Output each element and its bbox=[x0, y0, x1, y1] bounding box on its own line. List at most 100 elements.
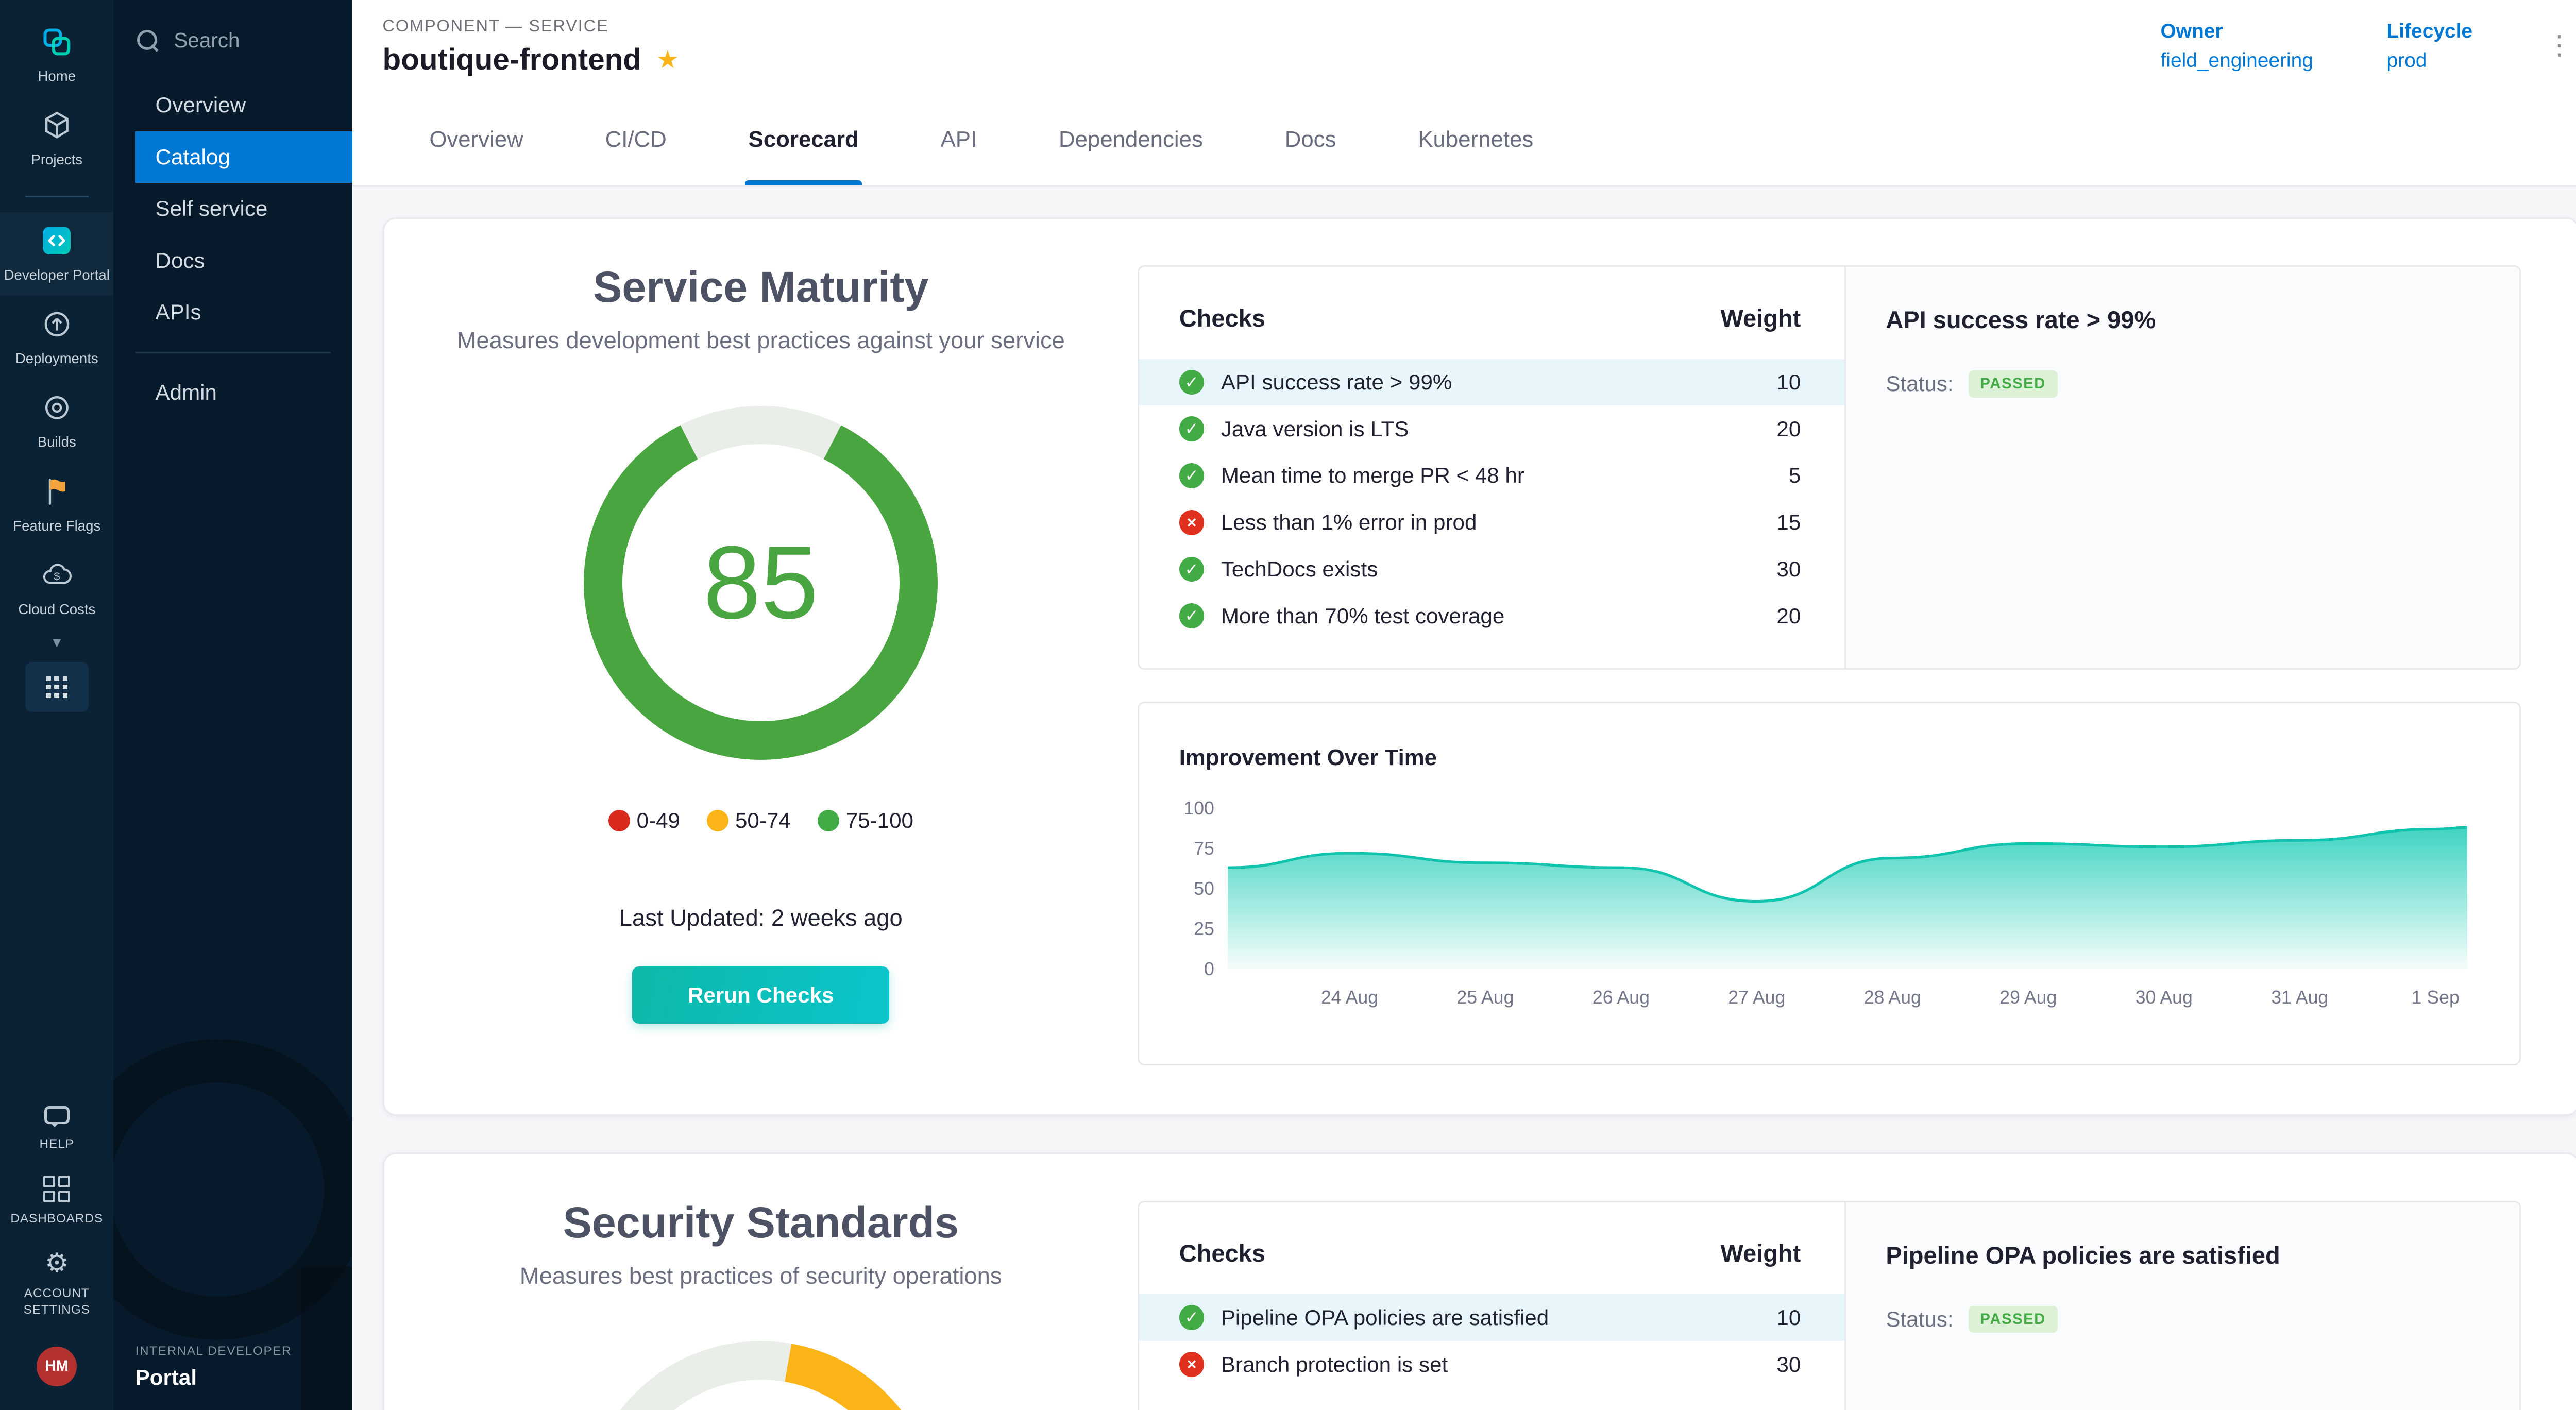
legend-item-mid: 50-74 bbox=[707, 808, 791, 833]
x-axis-tick: 27 Aug bbox=[1728, 987, 1785, 1008]
sidebar-search[interactable]: Search bbox=[113, 0, 352, 79]
cloud-costs-icon: $ bbox=[40, 558, 74, 592]
security-score-gauge bbox=[584, 1341, 938, 1409]
check-row[interactable]: ✓ Java version is LTS 20 bbox=[1139, 405, 1844, 452]
scorecard-content: Service Maturity Measures development be… bbox=[352, 187, 2576, 1410]
maturity-score-value: 85 bbox=[584, 406, 938, 760]
check-detail-status: Status: PASSED bbox=[1886, 370, 2479, 397]
maturity-checks-list: Checks Weight ✓ API success rate > 99% 1… bbox=[1139, 267, 1846, 668]
chevron-down-icon[interactable]: ▾ bbox=[53, 634, 61, 650]
sidebar-item-self-service[interactable]: Self service bbox=[135, 183, 353, 235]
tab-docs[interactable]: Docs bbox=[1285, 94, 1336, 186]
tab-overview[interactable]: Overview bbox=[429, 94, 523, 186]
lifecycle-value: prod bbox=[2387, 49, 2473, 72]
owner-value[interactable]: field_engineering bbox=[2161, 49, 2313, 72]
service-maturity-card: Service Maturity Measures development be… bbox=[383, 217, 2576, 1116]
nav-home[interactable]: Home bbox=[0, 13, 113, 97]
legend-dot-green bbox=[818, 810, 839, 831]
maturity-subtitle: Measures development best practices agai… bbox=[457, 327, 1065, 354]
checks-list-header: Checks Weight bbox=[1139, 267, 1844, 359]
nav-deployments-label: Deployments bbox=[15, 349, 98, 368]
sidebar-footer: INTERNAL DEVELOPER Portal bbox=[135, 1344, 292, 1390]
developer-portal-icon bbox=[39, 224, 74, 258]
nav-account-settings-label: ACCOUNT SETTINGS bbox=[3, 1285, 110, 1318]
status-label: Status: bbox=[1886, 1307, 1953, 1332]
check-row[interactable]: × Less than 1% error in prod 15 bbox=[1139, 499, 1844, 546]
nav-dashboards[interactable]: DASHBOARDS bbox=[0, 1164, 113, 1238]
security-checks-list: Checks Weight ✓ Pipeline OPA policies ar… bbox=[1139, 1202, 1846, 1410]
sidebar-footer-eyebrow: INTERNAL DEVELOPER bbox=[135, 1344, 292, 1358]
tab-kubernetes[interactable]: Kubernetes bbox=[1418, 94, 1533, 186]
trend-title: Improvement Over Time bbox=[1179, 745, 1437, 771]
check-row[interactable]: ✓ TechDocs exists 30 bbox=[1139, 546, 1844, 593]
portal-sidebar: Search Overview Catalog Self service Doc… bbox=[113, 0, 352, 1410]
score-legend: 0-49 50-74 75-100 bbox=[608, 808, 913, 833]
deployments-icon bbox=[40, 308, 74, 341]
favorite-star-icon[interactable]: ★ bbox=[656, 45, 679, 74]
sidebar-divider bbox=[135, 352, 331, 353]
check-status-icon: ✓ bbox=[1179, 463, 1205, 488]
kebab-menu-icon[interactable]: ⋮ bbox=[2546, 30, 2573, 72]
security-subtitle: Measures best practices of security oper… bbox=[520, 1263, 1002, 1289]
tab-scorecard[interactable]: Scorecard bbox=[749, 94, 859, 186]
sidebar-item-apis[interactable]: APIs bbox=[135, 286, 353, 338]
status-badge: PASSED bbox=[1969, 1306, 2058, 1333]
nav-projects[interactable]: Projects bbox=[0, 97, 113, 180]
security-standards-card: Security Standards Measures best practic… bbox=[383, 1152, 2576, 1409]
nav-feature-flags-label: Feature Flags bbox=[13, 517, 100, 535]
tab-cicd[interactable]: CI/CD bbox=[605, 94, 667, 186]
trend-plot: 025507510024 Aug25 Aug26 Aug27 Aug28 Aug… bbox=[1228, 808, 2467, 969]
svg-text:$: $ bbox=[54, 570, 60, 583]
entity-header: COMPONENT — SERVICE boutique-frontend ★ … bbox=[352, 0, 2576, 94]
projects-icon bbox=[40, 109, 74, 142]
maturity-right-column: Checks Weight ✓ API success rate > 99% 1… bbox=[1138, 219, 2576, 1115]
sidebar-search-label: Search bbox=[174, 28, 240, 53]
check-row[interactable]: × Branch protection is set 30 bbox=[1139, 1341, 1844, 1388]
owner-field[interactable]: Owner field_engineering bbox=[2161, 20, 2313, 72]
weight-header-label: Weight bbox=[1720, 1239, 1801, 1267]
checks-header-label: Checks bbox=[1179, 1239, 1265, 1267]
sidebar-item-docs[interactable]: Docs bbox=[135, 235, 353, 287]
nav-developer-portal[interactable]: Developer Portal bbox=[0, 212, 113, 296]
module-selector-button[interactable] bbox=[25, 662, 89, 712]
security-title: Security Standards bbox=[563, 1198, 959, 1248]
check-status-icon: ✓ bbox=[1179, 603, 1205, 628]
check-row[interactable]: ✓ API success rate > 99% 10 bbox=[1139, 359, 1844, 406]
y-axis-tick: 100 bbox=[1147, 798, 1214, 819]
lifecycle-field[interactable]: Lifecycle prod bbox=[2387, 20, 2473, 72]
check-row[interactable]: ✓ Mean time to merge PR < 48 hr 5 bbox=[1139, 452, 1844, 499]
user-avatar[interactable]: HM bbox=[37, 1347, 77, 1387]
sidebar-item-catalog[interactable]: Catalog bbox=[135, 131, 353, 183]
rail-divider bbox=[25, 196, 89, 197]
x-axis-tick: 24 Aug bbox=[1321, 987, 1378, 1008]
nav-builds[interactable]: Builds bbox=[0, 380, 113, 463]
maturity-score-gauge: 85 bbox=[584, 406, 938, 760]
tab-api[interactable]: API bbox=[941, 94, 977, 186]
check-row[interactable]: ✓ More than 70% test coverage 20 bbox=[1139, 592, 1844, 639]
owner-label: Owner bbox=[2161, 20, 2313, 43]
rerun-checks-button[interactable]: Rerun Checks bbox=[632, 966, 889, 1023]
nav-help-label: HELP bbox=[40, 1136, 74, 1152]
nav-deployments[interactable]: Deployments bbox=[0, 296, 113, 379]
nav-builds-label: Builds bbox=[38, 433, 76, 451]
check-detail-panel: API success rate > 99% Status: PASSED bbox=[1846, 267, 2520, 668]
nav-help[interactable]: HELP bbox=[0, 1094, 113, 1164]
x-axis-tick: 29 Aug bbox=[1999, 987, 2057, 1008]
nav-projects-label: Projects bbox=[31, 150, 82, 169]
check-status-icon: × bbox=[1179, 1352, 1205, 1377]
sidebar-item-admin[interactable]: Admin bbox=[135, 367, 353, 419]
check-status-icon: ✓ bbox=[1179, 1305, 1205, 1330]
tab-dependencies[interactable]: Dependencies bbox=[1059, 94, 1203, 186]
sidebar-item-overview[interactable]: Overview bbox=[135, 79, 353, 131]
check-row[interactable]: ✓ Pipeline OPA policies are satisfied 10 bbox=[1139, 1294, 1844, 1341]
nav-account-settings[interactable]: ⚙ ACCOUNT SETTINGS bbox=[0, 1238, 113, 1330]
improvement-over-time-panel: Improvement Over Time 025507510024 Aug25… bbox=[1138, 702, 2521, 1066]
x-axis-tick: 26 Aug bbox=[1592, 987, 1650, 1008]
maturity-gauge-column: Service Maturity Measures development be… bbox=[384, 219, 1138, 1115]
x-axis-tick: 30 Aug bbox=[2136, 987, 2193, 1008]
checks-list-header: Checks Weight bbox=[1139, 1202, 1844, 1294]
nav-feature-flags[interactable]: Feature Flags bbox=[0, 463, 113, 547]
decorative-bar bbox=[301, 1266, 353, 1410]
nav-cloud-costs[interactable]: $ Cloud Costs bbox=[0, 547, 113, 630]
legend-item-high: 75-100 bbox=[818, 808, 913, 833]
